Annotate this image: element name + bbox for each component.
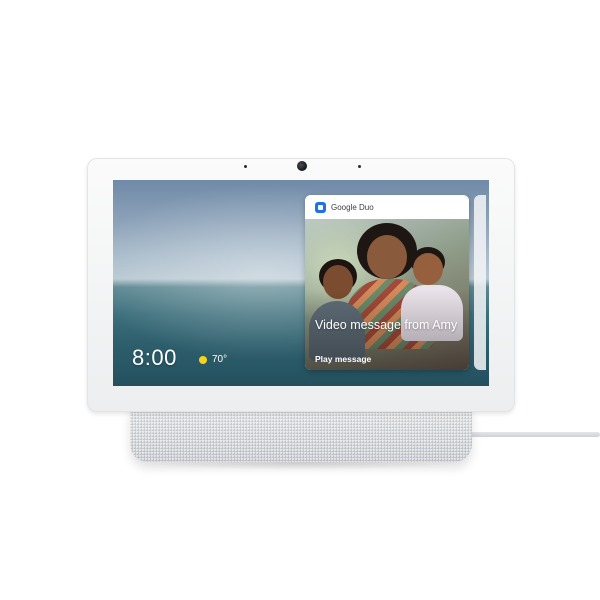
fabric-speaker-base [130, 404, 472, 462]
video-message-card[interactable]: Google Duo Video message from Amy Play m… [305, 195, 469, 370]
message-thumbnail [305, 219, 469, 370]
weather-temperature: 70° [212, 354, 228, 365]
weather-widget[interactable]: 70° [199, 354, 227, 365]
product-photo: 8:00 70° Google Duo Video message from A… [0, 0, 600, 600]
google-duo-icon [315, 201, 326, 213]
card-app-name: Google Duo [331, 202, 374, 212]
device-screen[interactable]: 8:00 70° Google Duo Video message from A… [113, 180, 489, 386]
card-title: Video message from Amy [315, 318, 458, 332]
play-message-button[interactable]: Play message [315, 354, 371, 364]
photo-person [413, 253, 443, 285]
next-card-peek[interactable] [474, 195, 486, 370]
sun-icon [199, 355, 207, 364]
card-header: Google Duo [305, 195, 469, 219]
camera-icon [297, 161, 307, 171]
ambient-sensor-right [358, 165, 361, 168]
photo-person [367, 235, 407, 279]
ambient-sensor-left [244, 165, 247, 168]
clock-time: 8:00 [132, 345, 177, 370]
power-cable [470, 432, 600, 437]
